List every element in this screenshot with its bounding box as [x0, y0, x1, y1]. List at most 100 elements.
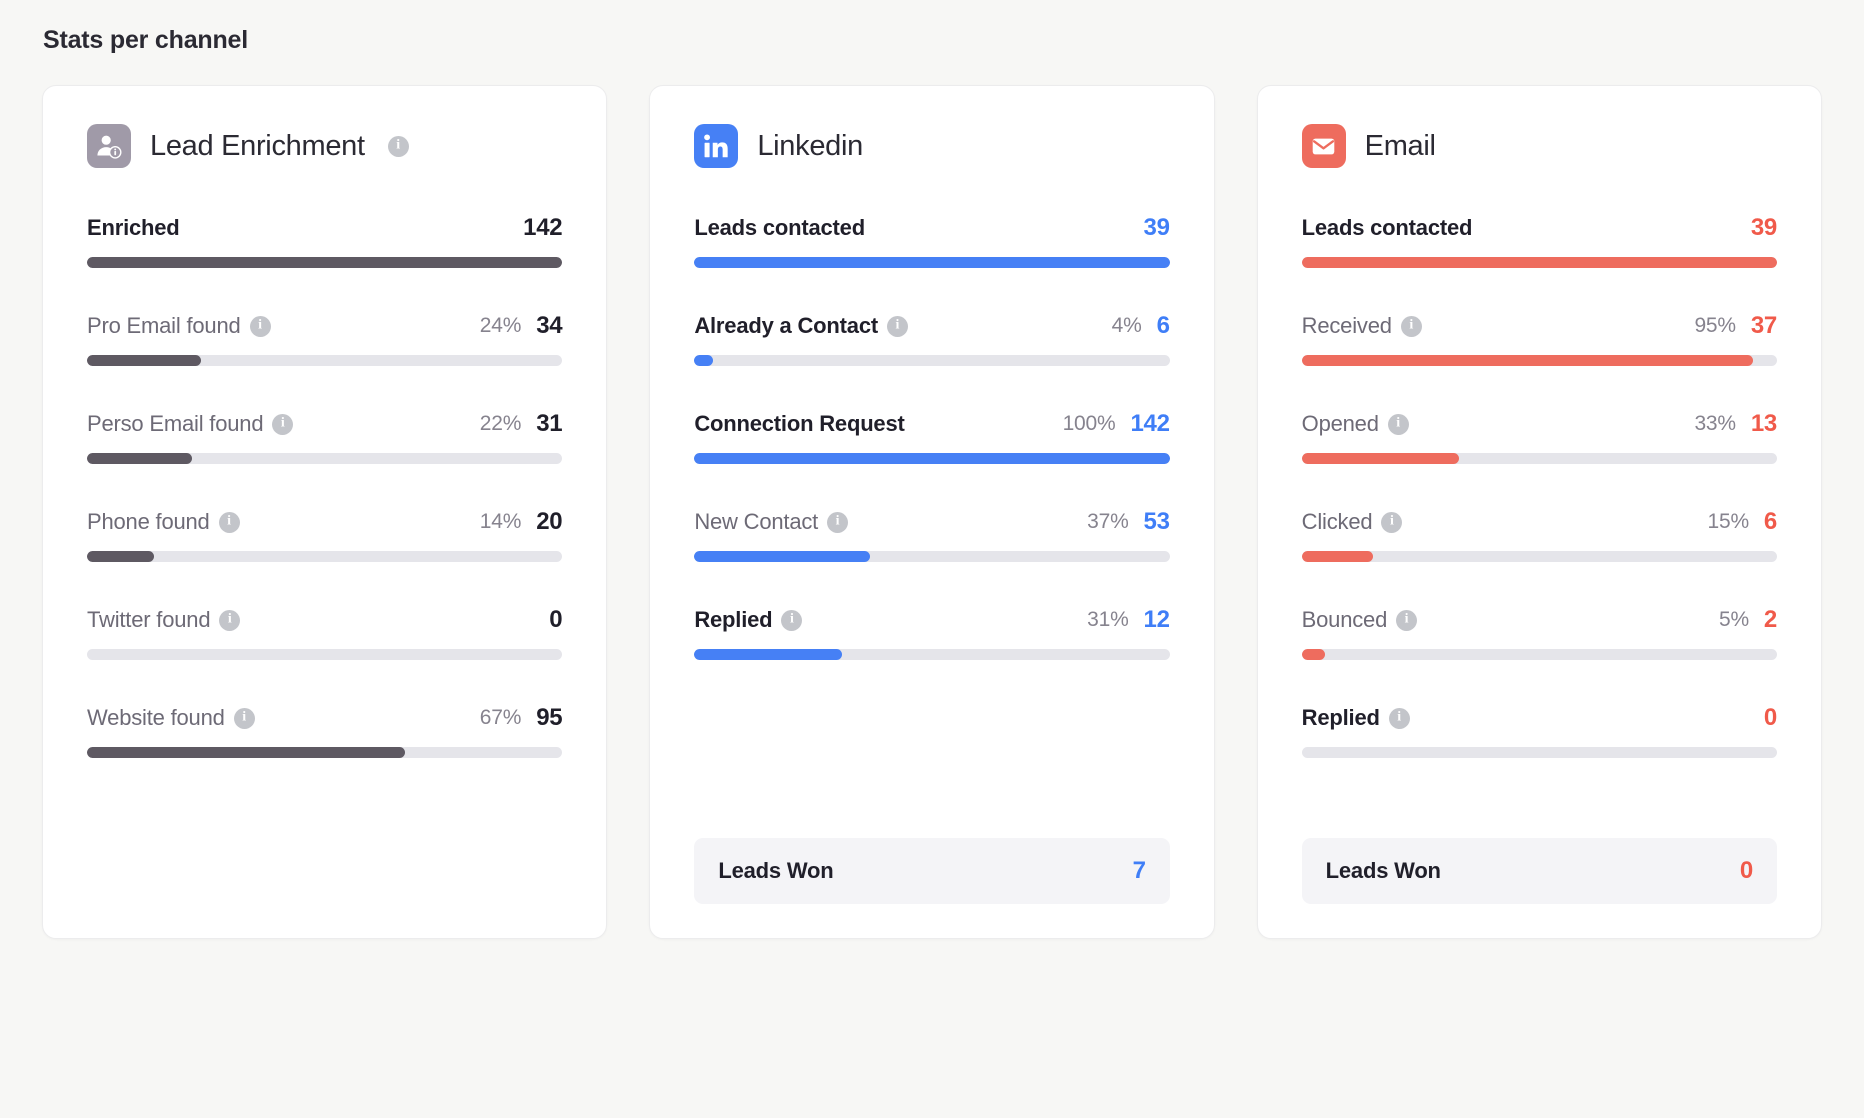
stat-value: 31 [536, 410, 563, 437]
leads-won-value: 7 [1132, 857, 1146, 884]
stat-row: Website found i 67% 95 [87, 704, 563, 758]
stat-progress-bar [1301, 747, 1777, 758]
stat-progress-bar [1301, 551, 1777, 562]
stat-value: 13 [1750, 410, 1777, 437]
stat-label: Perso Email found [87, 411, 264, 436]
stat-info-icon[interactable]: i [272, 413, 294, 435]
stat-row-header: New Contact i 37% 53 [694, 508, 1170, 536]
stat-row: Replied i 0 [1301, 704, 1778, 758]
stat-info-icon[interactable]: i [1387, 413, 1409, 435]
stat-row: Perso Email found i 22% 31 [87, 410, 563, 464]
stat-progress-fill [694, 649, 842, 660]
stat-progress-fill [694, 355, 714, 366]
stat-row-header: Leads contacted 39 [1301, 214, 1778, 242]
stat-info-icon[interactable]: i [218, 511, 240, 533]
card-header-lead-enrichment: Lead Enrichment i [87, 124, 562, 168]
stat-info-icon[interactable]: i [219, 609, 241, 631]
stat-progress-bar [87, 257, 563, 268]
stat-value: 12 [1143, 606, 1170, 633]
leads-won-label: Leads Won [718, 858, 834, 883]
stat-progress-bar [87, 747, 563, 758]
stat-label: Leads contacted [1301, 215, 1473, 240]
stat-row-header: Replied i 0 [1301, 704, 1778, 732]
stat-info-icon[interactable]: i [827, 511, 849, 533]
stat-info-icon[interactable]: i [1388, 707, 1410, 729]
stat-progress-bar [694, 551, 1170, 562]
stat-progress-bar [87, 551, 563, 562]
channel-cards-container: Lead Enrichment i Enriched 142 Pro Email fou… [42, 85, 1822, 939]
stat-info-icon[interactable]: i [1400, 315, 1422, 337]
stat-percent: 37% [1087, 510, 1129, 533]
stat-label: Enriched [87, 215, 180, 240]
stat-label: Leads contacted [694, 215, 865, 240]
envelope-icon [1301, 124, 1346, 168]
stat-rows-email: Leads contacted 39 Received i 95% 37 Opened i 33… [1301, 214, 1778, 758]
stat-progress-bar [1301, 257, 1777, 268]
user-info-icon [87, 124, 131, 168]
stat-row-header: Pro Email found i 24% 34 [87, 312, 563, 340]
stat-info-icon[interactable]: i [249, 315, 271, 337]
stat-label: New Contact [694, 509, 819, 534]
stat-label: Replied [1301, 705, 1380, 730]
stat-value: 20 [536, 508, 563, 535]
stat-row-header: Clicked i 15% 6 [1301, 508, 1778, 536]
stat-percent: 67% [479, 706, 522, 729]
stat-progress-fill [87, 551, 154, 562]
linkedin-icon [694, 124, 739, 168]
stat-info-icon[interactable]: i [1396, 609, 1418, 631]
stat-percent: 22% [479, 412, 522, 435]
stat-value: 0 [549, 606, 563, 633]
stat-percent: 95% [1694, 314, 1736, 337]
page-title: Stats per channel [43, 26, 248, 54]
stat-value: 142 [1130, 410, 1170, 437]
stat-value: 39 [1143, 214, 1170, 241]
stat-info-icon[interactable]: i [233, 707, 255, 729]
stat-label: Phone found [87, 509, 210, 534]
stat-progress-fill [87, 257, 563, 268]
stat-row: Received i 95% 37 [1301, 312, 1778, 366]
stat-label: Already a Contact [694, 313, 878, 338]
stat-progress-bar [1301, 649, 1777, 660]
stat-progress-bar [694, 355, 1170, 366]
stat-percent: 31% [1087, 608, 1129, 631]
stat-label: Clicked [1301, 509, 1373, 534]
stat-value: 2 [1763, 606, 1777, 633]
stat-progress-bar [1301, 355, 1777, 366]
stat-row: Already a Contact i 4% 6 [694, 312, 1170, 366]
stat-progress-fill [694, 453, 1170, 464]
stat-percent: 100% [1062, 412, 1116, 435]
stat-percent: 15% [1707, 510, 1749, 533]
stat-info-icon[interactable]: i [781, 609, 803, 631]
stat-row: Opened i 33% 13 [1301, 410, 1777, 464]
stats-per-channel-page: Stats per channel Lead Enrichment i Enrich… [0, 0, 1864, 1118]
stat-row-header: Received i 95% 37 [1301, 312, 1778, 340]
stat-row-header: Enriched 142 [87, 214, 563, 242]
card-header-linkedin: Linkedin [694, 124, 1169, 168]
leads-won-value: 0 [1739, 857, 1753, 884]
card-title: Email [1364, 129, 1436, 162]
stat-value: 142 [523, 214, 563, 241]
stat-progress-bar [694, 649, 1170, 660]
stat-row-header: Phone found i 14% 20 [87, 508, 563, 536]
stat-progress-bar [694, 257, 1170, 268]
stat-info-icon[interactable]: i [1381, 511, 1403, 533]
stat-value: 95 [536, 704, 563, 731]
stat-row: New Contact i 37% 53 [694, 508, 1170, 562]
stat-percent: 5% [1718, 608, 1749, 631]
leads-won-label: Leads Won [1325, 858, 1441, 883]
stat-label: Received [1301, 313, 1392, 338]
stat-row: Leads contacted 39 [1301, 214, 1778, 268]
stat-row: Enriched 142 [87, 214, 563, 268]
stat-value: 53 [1143, 508, 1170, 535]
leads-won-panel: Leads Won 0 [1301, 838, 1777, 904]
stat-label: Twitter found [87, 607, 211, 632]
stat-info-icon[interactable]: i [886, 315, 908, 337]
stat-value: 34 [536, 312, 563, 339]
stat-progress-fill [694, 257, 1170, 268]
stat-percent: 24% [479, 314, 522, 337]
stat-label: Pro Email found [87, 313, 241, 338]
title-info-icon[interactable]: i [387, 135, 409, 157]
channel-card-email: Email Leads contacted 39 Received i 95% 37 Open… [1256, 85, 1822, 939]
stat-value: 39 [1750, 214, 1777, 241]
stat-progress-fill [1301, 453, 1459, 464]
